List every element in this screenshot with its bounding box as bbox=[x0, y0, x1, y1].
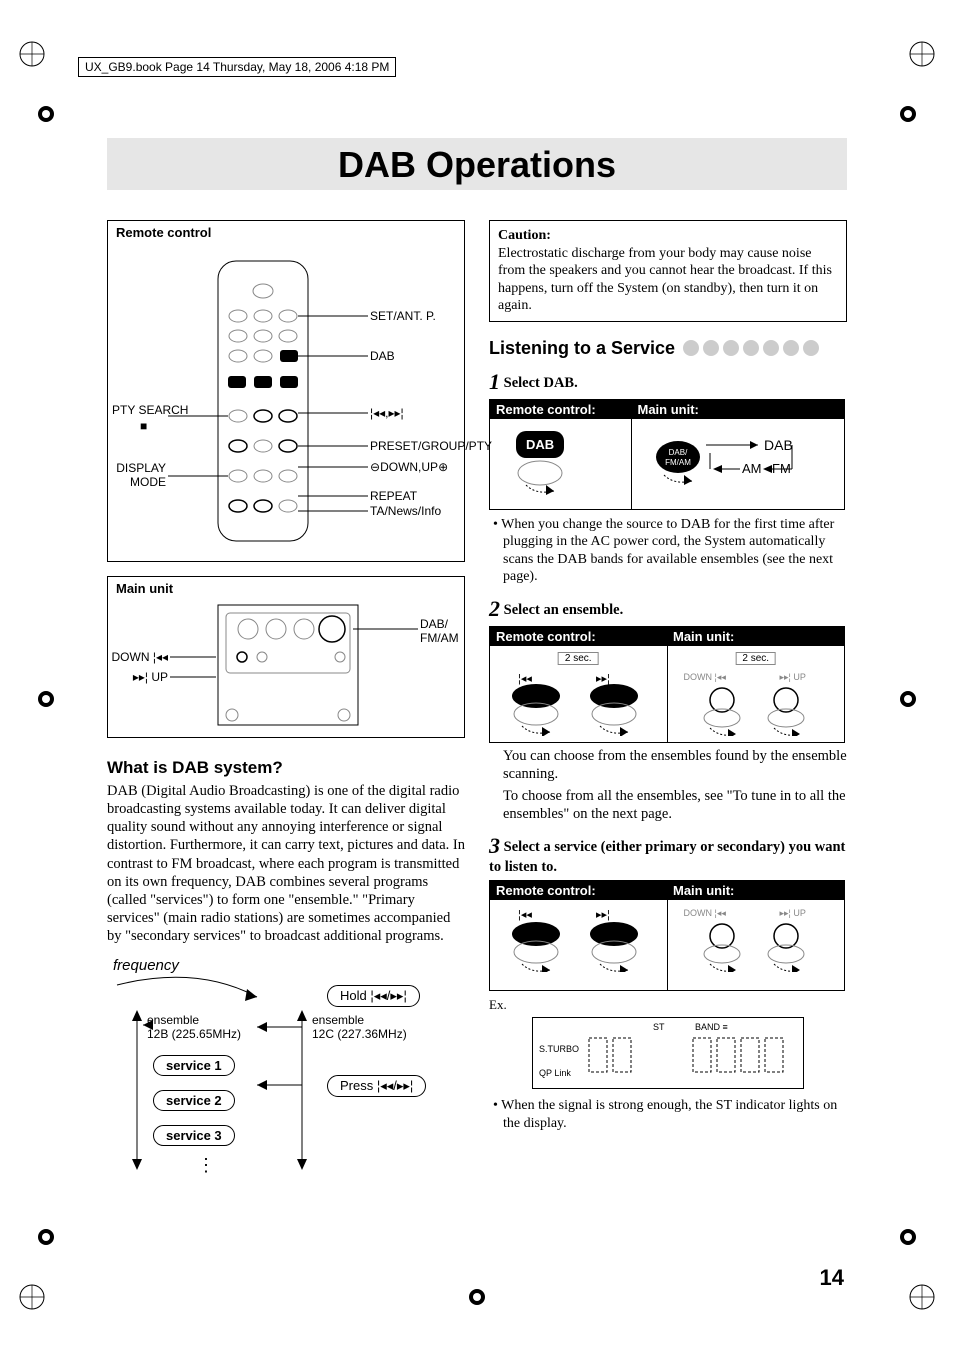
label-dab-fmam: DAB/ FM/AM bbox=[420, 617, 459, 645]
pill-service2: service 2 bbox=[153, 1090, 235, 1111]
step-3: 3 Select a service (either primary or se… bbox=[489, 833, 847, 876]
step-2-number: 2 bbox=[489, 596, 500, 621]
page-number: 14 bbox=[820, 1265, 844, 1291]
lcd-st: ST bbox=[653, 1022, 665, 1032]
lcd-band: BAND ≡ bbox=[695, 1022, 728, 1032]
label-frequency: frequency bbox=[113, 957, 179, 974]
svg-text:FM/AM: FM/AM bbox=[665, 458, 691, 467]
main-unit-diagram: Main unit DAB/ FM/AM bbox=[107, 576, 465, 738]
remote-control-diagram: Remote control bbox=[107, 220, 465, 562]
step-3-controls: Remote control: Main unit: ¦◂◂ ▸▸¦ bbox=[489, 880, 845, 991]
label-pty-search: PTY SEARCH bbox=[112, 403, 166, 417]
label-ensemble-a: ensemble 12B (225.65MHz) bbox=[147, 1013, 241, 1041]
pill-service3: service 3 bbox=[153, 1125, 235, 1146]
lcd-display: ST BAND ≡ S.TURBO QP Link bbox=[532, 1017, 804, 1089]
flow-am: AM bbox=[742, 461, 762, 476]
label-down-up: ⊖DOWN,UP⊕ bbox=[370, 460, 448, 474]
step-3-main-hdr: Main unit: bbox=[667, 881, 845, 901]
decorative-dots-icon bbox=[683, 340, 819, 356]
label-ta-news: TA/News/Info bbox=[370, 504, 441, 518]
step-2-note2: To choose from all the ensembles, see "T… bbox=[503, 787, 847, 823]
label-preset-group-pty: PRESET/GROUP/PTY bbox=[370, 439, 492, 453]
step-1-controls: Remote control: Main unit: DAB bbox=[489, 399, 845, 510]
heading-what-is-dab: What is DAB system? bbox=[107, 758, 465, 778]
step-2-remote-hdr: Remote control: bbox=[490, 626, 668, 646]
step-2: 2 Select an ensemble. bbox=[489, 596, 847, 622]
body-what-is-dab: DAB (Digital Audio Broadcasting) is one … bbox=[107, 782, 465, 945]
step-1: 1 Select DAB. bbox=[489, 369, 847, 395]
step-2-main-hdr: Main unit: bbox=[667, 626, 845, 646]
pill-press: Press ¦◂◂/▸▸¦ bbox=[327, 1075, 426, 1097]
label-dab: DAB bbox=[370, 349, 395, 363]
label-down: DOWN ¦◂◂ bbox=[108, 650, 168, 664]
print-mark-icon bbox=[32, 685, 60, 713]
step-3-text: Select a service (either primary or seco… bbox=[489, 839, 845, 875]
step-1-number: 1 bbox=[489, 369, 500, 394]
lcd-sturbo: S.TURBO bbox=[539, 1044, 579, 1054]
step-1-note: • When you change the source to DAB for … bbox=[503, 516, 847, 586]
flow-dab: DAB bbox=[764, 437, 793, 453]
section-heading: Listening to a Service bbox=[489, 338, 675, 359]
svg-text:DAB/: DAB/ bbox=[669, 448, 688, 457]
print-mark-icon bbox=[894, 685, 922, 713]
step-3-number: 3 bbox=[489, 833, 500, 858]
print-mark-icon bbox=[18, 40, 46, 68]
step-2-controls: Remote control: Main unit: 2 sec. ¦◂◂ ▸▸… bbox=[489, 626, 845, 743]
label-ensemble-b: ensemble 12C (227.36MHz) bbox=[312, 1013, 407, 1041]
step-1-text: Select DAB. bbox=[504, 375, 578, 391]
flow-fm: FM bbox=[772, 461, 791, 476]
mainunit-box-title: Main unit bbox=[116, 581, 173, 596]
step-3-remote-hdr: Remote control: bbox=[490, 881, 668, 901]
book-info: UX_GB9.book Page 14 Thursday, May 18, 20… bbox=[78, 57, 396, 77]
ellipsis-icon: ⋮ bbox=[197, 1155, 215, 1176]
step-1-remote-hdr: Remote control: bbox=[490, 399, 632, 419]
caution-title: Caution: bbox=[498, 228, 551, 243]
step-2-text: Select an ensemble. bbox=[504, 602, 624, 618]
print-mark-icon bbox=[463, 1283, 491, 1311]
print-mark-icon bbox=[18, 1283, 46, 1311]
label-set-ant: SET/ANT. P. bbox=[370, 309, 436, 323]
pill-service1: service 1 bbox=[153, 1055, 235, 1076]
print-mark-icon bbox=[32, 1223, 60, 1251]
example-label: Ex. bbox=[489, 997, 847, 1013]
print-mark-icon bbox=[894, 1223, 922, 1251]
print-mark-icon bbox=[32, 100, 60, 128]
label-repeat: REPEAT bbox=[370, 489, 417, 503]
label-display-mode: DISPLAY MODE bbox=[116, 461, 166, 489]
remote-box-title: Remote control bbox=[116, 225, 211, 240]
frequency-diagram: frequency Hold ¦◂◂/▸▸¦ ensemble 12B (225… bbox=[107, 955, 463, 1195]
step-2-note1: You can choose from the ensembles found … bbox=[503, 747, 847, 783]
page-title: DAB Operations bbox=[107, 138, 847, 190]
print-mark-icon bbox=[908, 40, 936, 68]
example-note: • When the signal is strong enough, the … bbox=[503, 1097, 847, 1132]
step-1-main-hdr: Main unit: bbox=[632, 399, 845, 419]
label-prev-next: ¦◂◂,▸▸¦ bbox=[370, 406, 404, 420]
print-mark-icon bbox=[894, 100, 922, 128]
print-mark-icon bbox=[908, 1283, 936, 1311]
lcd-qplink: QP Link bbox=[539, 1068, 571, 1078]
label-stop: ■ bbox=[140, 419, 147, 433]
label-up: ▸▸¦ UP bbox=[108, 670, 168, 684]
pill-hold: Hold ¦◂◂/▸▸¦ bbox=[327, 985, 420, 1007]
caution-box: Caution: Electrostatic discharge from yo… bbox=[489, 220, 847, 322]
caution-body: Electrostatic discharge from your body m… bbox=[498, 246, 832, 314]
